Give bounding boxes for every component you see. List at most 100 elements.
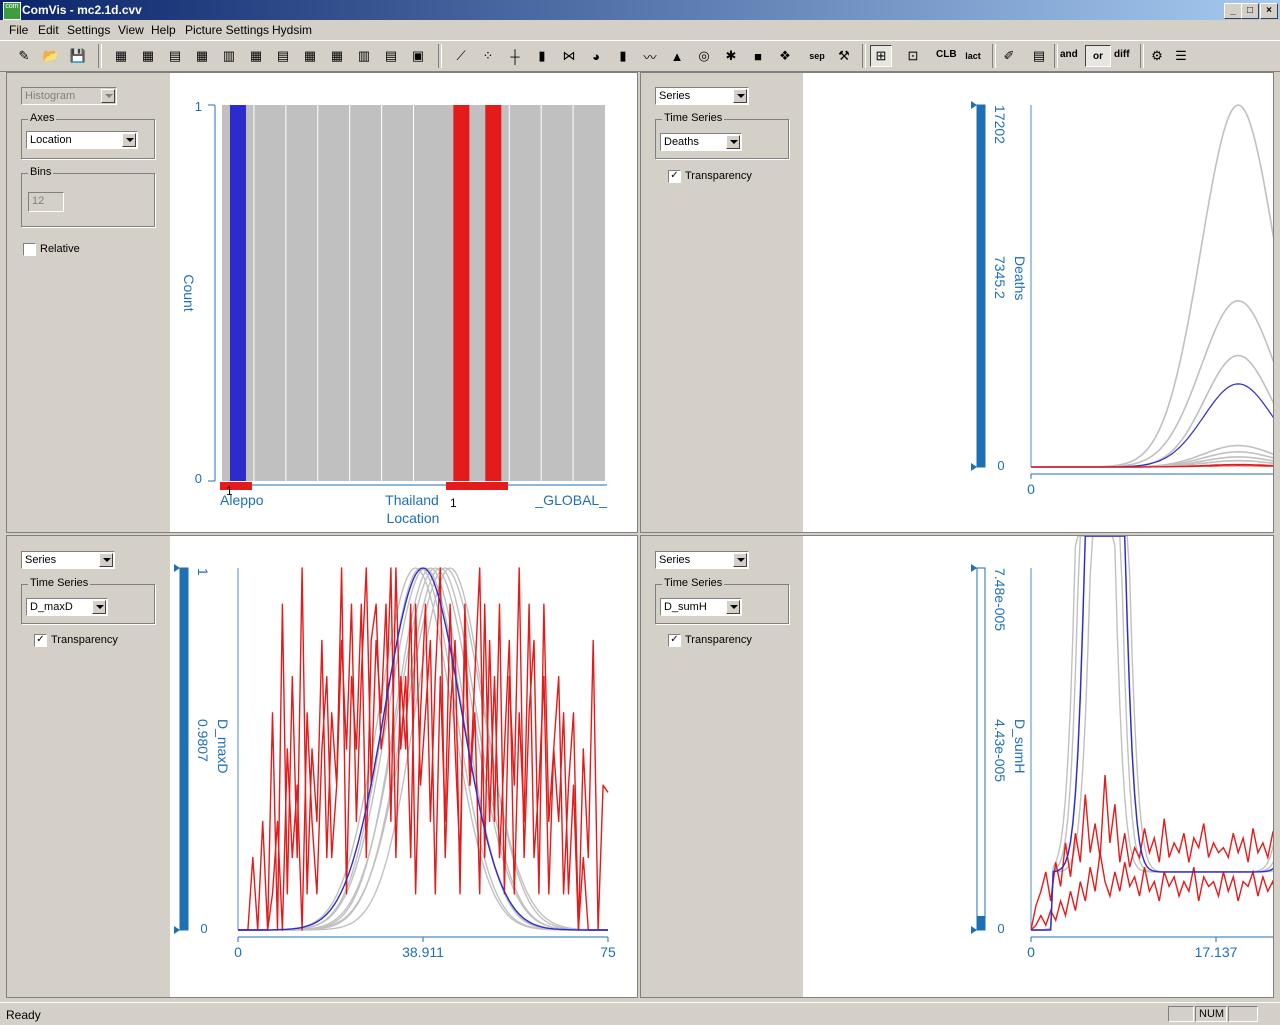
minimize-button[interactable]: _ — [1224, 3, 1242, 19]
and-button[interactable]: and — [1060, 49, 1078, 60]
bars-icon[interactable]: ▮ — [612, 45, 634, 67]
layout-8-icon[interactable]: ▦ — [299, 45, 321, 67]
chevron-down-icon — [733, 89, 747, 103]
brush-icon[interactable]: ⟋ — [450, 45, 472, 67]
app-icon: com — [3, 2, 21, 20]
histogram-plot[interactable]: 1 0 Count Aleppo Thailand _GLOBAL_ Location 1 1 — [170, 73, 637, 532]
map-icon[interactable]: ■ — [747, 45, 769, 67]
y-tick-label-max: 1 — [195, 568, 211, 576]
bar — [453, 105, 470, 481]
range-marker: 1 — [226, 484, 233, 498]
dmax-pane: Series Time Series D_maxD ✓ Transparency … — [6, 535, 638, 998]
x-tick-label: 38.911 — [402, 944, 444, 960]
open-folder-icon[interactable]: 📂 — [40, 45, 62, 67]
time-series-group: Time Series D_sumH — [655, 577, 789, 624]
menu-picture-settings[interactable]: Picture Settings — [185, 23, 269, 37]
area-icon[interactable]: ▲ — [666, 45, 688, 67]
status-text: Ready — [6, 1008, 41, 1022]
x-tick-label: 0 — [234, 944, 242, 960]
scatter-icon[interactable]: ⁘ — [477, 45, 499, 67]
menu-settings[interactable]: Settings — [67, 23, 110, 37]
dv-icon[interactable]: ▣ — [407, 45, 429, 67]
chevron-down-icon — [101, 89, 115, 103]
slider-handle-bottom — [174, 926, 180, 934]
checkmark-icon: ✓ — [668, 634, 681, 647]
dmax-chart[interactable]: 0 38.911 75 1 0.9807 D_maxD 0 — [170, 536, 637, 997]
y-tick-label-mid: 0.9807 — [195, 719, 211, 762]
menu-view[interactable]: View — [118, 23, 144, 37]
status-panel-scroll — [1228, 1006, 1258, 1022]
layout-7-icon[interactable]: ▤ — [272, 45, 294, 67]
menu-edit[interactable]: Edit — [38, 23, 59, 37]
layout-3-icon[interactable]: ▤ — [164, 45, 186, 67]
save-icon[interactable]: 💾 — [67, 45, 89, 67]
clb-button[interactable]: CLB — [936, 49, 957, 60]
x-tick-label: 0 — [1027, 944, 1035, 960]
deaths-plot[interactable]: 075172027345.2Deaths0 — [803, 73, 1280, 532]
deaths-chart[interactable]: 075172027345.2Deaths0 — [803, 73, 1280, 532]
axes-select[interactable]: Location — [26, 131, 138, 149]
sep-button[interactable]: sep — [806, 45, 828, 67]
dsum-plot[interactable]: 017.137757.48e-0054.43e-005D_sumH0 — [803, 536, 1280, 997]
time-series-select[interactable]: D_maxD — [26, 598, 108, 616]
lact-button[interactable]: lact — [962, 45, 984, 67]
layout-1-icon[interactable]: ▦ — [110, 45, 132, 67]
y-tick-label-min: 0 — [200, 921, 207, 936]
layout-11-icon[interactable]: ▤ — [380, 45, 402, 67]
3d-icon[interactable]: ❖ — [774, 45, 796, 67]
layout-9-icon[interactable]: ▦ — [326, 45, 348, 67]
maximize-button[interactable]: □ — [1241, 3, 1259, 19]
chevron-down-icon — [733, 553, 747, 567]
menu-bar: File Edit Settings View Help Picture Set… — [0, 20, 1280, 39]
slider-handle-top — [971, 564, 977, 572]
bar — [485, 105, 502, 481]
layout-6-icon[interactable]: ▦ — [245, 45, 267, 67]
view-type-select: Histogram — [21, 87, 117, 105]
list-icon[interactable]: ☰ — [1170, 45, 1192, 67]
time-series-group: Time Series Deaths — [655, 112, 789, 159]
menu-file[interactable]: File — [9, 23, 28, 37]
bar — [229, 105, 246, 481]
y-axis-label: D_maxD — [215, 719, 231, 773]
color-mode-icon[interactable]: ⊡ — [902, 45, 924, 67]
axis-icon[interactable]: ┼ — [504, 45, 526, 67]
settings-icon[interactable]: ⚙ — [1146, 45, 1168, 67]
new-file-icon[interactable]: ✎ — [13, 45, 35, 67]
time-series-select[interactable]: D_sumH — [660, 598, 742, 616]
hammer-icon[interactable]: ⚒ — [833, 45, 855, 67]
window-title: ComVis - mc2.1d.cvv — [22, 3, 142, 17]
or-button[interactable]: or — [1085, 45, 1111, 67]
layout-2-icon[interactable]: ▦ — [137, 45, 159, 67]
menu-help[interactable]: Help — [151, 23, 176, 37]
y-tick-label-max: 17202 — [992, 105, 1008, 144]
deaths-pane: Series Time Series Deaths ✓ Transparency … — [640, 72, 1280, 533]
layout-4-icon[interactable]: ▦ — [191, 45, 213, 67]
select-mode-icon[interactable]: ⊞ — [870, 45, 892, 67]
menu-hydsim[interactable]: Hydsim — [272, 23, 312, 37]
view-type-select[interactable]: Series — [21, 551, 115, 569]
parallel-coords-icon[interactable]: ⋈ — [558, 45, 580, 67]
y-tick-label-mid: 7345.2 — [992, 256, 1008, 299]
view-type-select[interactable]: Series — [655, 551, 749, 569]
view-type-select[interactable]: Series — [655, 87, 749, 105]
pie-icon[interactable]: ◕ — [585, 45, 607, 67]
range-slider — [976, 104, 986, 468]
layout-10-icon[interactable]: ▥ — [353, 45, 375, 67]
close-button[interactable]: × — [1260, 3, 1278, 19]
spiral-icon[interactable]: ◎ — [693, 45, 715, 67]
selection-bar — [220, 482, 252, 490]
histogram-chart[interactable]: 10CountAleppo Thailand _GLOBAL_Location11 — [170, 73, 637, 532]
cluster-icon[interactable]: ✱ — [720, 45, 742, 67]
series-line — [1031, 354, 1280, 468]
dsum-chart[interactable]: 017.137757.48e-0054.43e-005D_sumH0 — [803, 536, 1280, 997]
ruler-icon[interactable]: ▤ — [1028, 45, 1050, 67]
checkmark-icon: ✓ — [668, 170, 681, 183]
pen-icon[interactable]: ✐ — [998, 45, 1020, 67]
line-icon[interactable]: 〰 — [639, 45, 661, 67]
dmax-plot[interactable]: 0 38.911 75 1 0.9807 D_maxD 0 — [170, 536, 637, 997]
time-series-select[interactable]: Deaths — [660, 133, 742, 151]
diff-button[interactable]: diff — [1114, 49, 1130, 60]
x-tick-label: 17.137 — [1195, 944, 1238, 960]
layout-5-icon[interactable]: ▥ — [218, 45, 240, 67]
histogram-icon[interactable]: ▮ — [531, 45, 553, 67]
